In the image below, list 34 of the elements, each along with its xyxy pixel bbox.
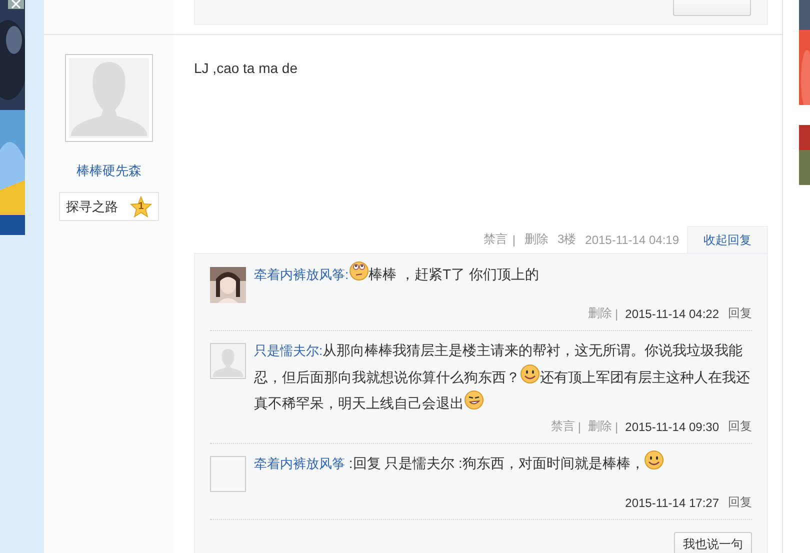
smiley-icon [520, 364, 540, 384]
reply-text: 只是懦夫尔:从那向棒棒我猜层主是楼主请来的帮衬，这无所谓。你说我垃圾我能忍，但后面那向我就想说你算什么狗东西？ 还有顶上军团有层主这种人在我还真不稀罕呆，明天上线自己会退出 [254, 341, 751, 413]
badge-title: 探寻之路 [66, 198, 118, 216]
reply-time: 2015-11-14 04:22 [625, 306, 719, 320]
separator: | [615, 420, 618, 434]
reply-link[interactable]: 回复 [728, 418, 752, 435]
separator: | [578, 420, 582, 434]
comment-button[interactable]: 我也说一句 [674, 532, 752, 553]
action-link[interactable]: 禁言 [483, 231, 508, 248]
reply-text: 牵着内裤放风筝: 棒棒 ，赶紧T了 你们顶上的 [254, 261, 539, 303]
smiley-icon [644, 450, 664, 470]
reply-time: 2015-11-14 17:27 [625, 496, 719, 510]
username-link[interactable]: 棒棒硬先森 [76, 162, 142, 180]
reply-link[interactable]: 回复 [728, 305, 752, 322]
emoji-icon [464, 390, 484, 410]
emoji-icon [348, 261, 369, 281]
avatar-icon[interactable] [65, 54, 153, 142]
reply-time: 2015-11-14 09:30 [625, 420, 719, 434]
star-badge: 1 [130, 196, 152, 218]
username-link[interactable]: 只是懦夫尔: [254, 343, 323, 358]
floor-number: 3楼 [557, 231, 576, 248]
action-link[interactable]: 删除 [524, 231, 548, 248]
avatar-icon[interactable] [210, 343, 246, 379]
username-link[interactable]: 牵着内裤放风筝: [254, 267, 349, 282]
reply-link[interactable]: 回复 [728, 494, 752, 511]
post-time: 2015-11-14 04:19 [585, 232, 679, 246]
post-text: LJ ,cao ta ma de [194, 60, 299, 78]
reply-text: 牵着内裤放风筝 :回复 只是懦夫尔 :狗东西，对面时间就是棒棒， [254, 450, 664, 492]
close-icon[interactable] [8, 0, 24, 9]
separator: | [512, 232, 516, 246]
avatar-icon[interactable] [210, 456, 246, 492]
username-link[interactable]: 牵着内裤放风筝 [254, 456, 345, 471]
separator: | [615, 306, 618, 320]
collapse-replies-tab[interactable]: 收起回复 [687, 226, 768, 253]
